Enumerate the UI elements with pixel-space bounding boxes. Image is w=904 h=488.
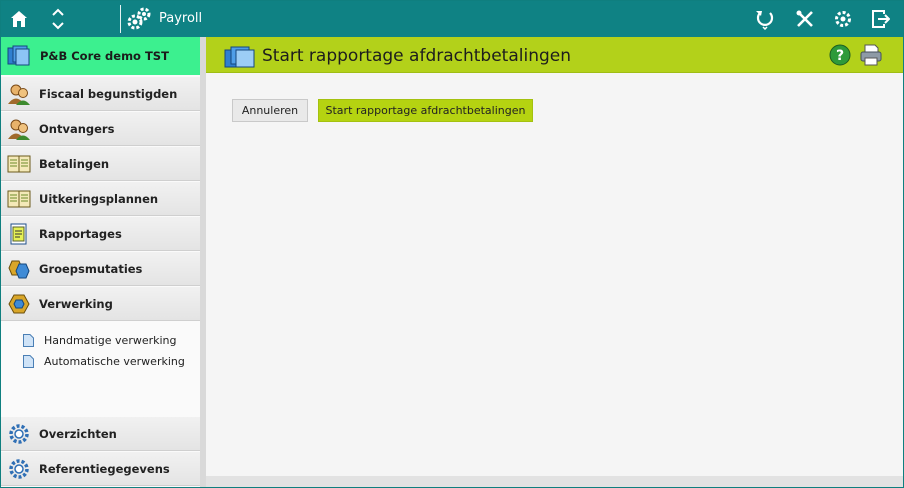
report-icon xyxy=(7,223,31,245)
sidebar-item-label: Uitkeringsplannen xyxy=(39,192,159,206)
refresh-icon[interactable] xyxy=(752,1,778,37)
sidebar-item-label: Groepsmutaties xyxy=(39,262,143,276)
gear-icon xyxy=(7,458,31,480)
sidebar-item-ontvangers[interactable]: Ontvangers xyxy=(1,112,200,146)
ledger-book-icon xyxy=(7,188,31,210)
main-footer-strip xyxy=(206,476,903,487)
toolbar-separator xyxy=(120,5,121,33)
sidebar: P&B Core demo TST Fiscaal begunstigden O… xyxy=(1,37,200,487)
tools-icon[interactable] xyxy=(792,1,818,37)
logout-icon[interactable] xyxy=(867,1,893,37)
sidebar-item-groepsmutaties[interactable]: Groepsmutaties xyxy=(1,252,200,286)
subitem-label: Automatische verwerking xyxy=(44,355,185,368)
company-name: P&B Core demo TST xyxy=(40,49,169,63)
collapse-arrows-icon[interactable] xyxy=(45,1,71,37)
sidebar-item-label: Verwerking xyxy=(39,297,113,311)
sidebar-item-label: Referentiegegevens xyxy=(39,462,170,476)
document-icon xyxy=(23,334,34,347)
start-report-button[interactable]: Start rapportage afdrachtbetalingen xyxy=(318,99,533,122)
gear-icon xyxy=(7,423,31,445)
page-icon xyxy=(224,45,256,73)
page-title: Start rapportage afdrachtbetalingen xyxy=(262,46,572,66)
sidebar-item-label: Overzichten xyxy=(39,427,117,441)
sidebar-item-label: Ontvangers xyxy=(39,122,115,136)
app-window: Payroll P&B Core demo TST Fiscaal beguns… xyxy=(0,0,904,488)
page-header: Start rapportage afdrachtbetalingen ? xyxy=(206,37,903,73)
sidebar-item-betalingen[interactable]: Betalingen xyxy=(1,147,200,181)
sidebar-item-label: Rapportages xyxy=(39,227,122,241)
print-icon[interactable] xyxy=(859,43,883,71)
hexagon-group-icon xyxy=(7,258,31,280)
sidebar-item-rapportages[interactable]: Rapportages xyxy=(1,217,200,251)
top-bar: Payroll xyxy=(1,1,903,37)
sidebar-item-label: Betalingen xyxy=(39,157,110,171)
company-selector[interactable]: P&B Core demo TST xyxy=(1,37,200,75)
hexagon-icon xyxy=(7,293,31,315)
ledger-book-icon xyxy=(7,153,31,175)
sidebar-item-uitkeringsplannen[interactable]: Uitkeringsplannen xyxy=(1,182,200,216)
subitem-label: Handmatige verwerking xyxy=(44,334,177,347)
people-icon xyxy=(7,83,31,105)
document-icon xyxy=(23,355,34,368)
gears-logo-icon xyxy=(125,1,153,37)
sidebar-item-overzichten[interactable]: Overzichten xyxy=(1,417,200,451)
app-title: Payroll xyxy=(159,11,203,26)
main-content: Start rapportage afdrachtbetalingen ? An… xyxy=(206,37,903,487)
sidebar-item-verwerking[interactable]: Verwerking xyxy=(1,287,200,321)
svg-text:?: ? xyxy=(836,48,844,64)
settings-icon[interactable] xyxy=(830,1,856,37)
company-icon xyxy=(7,45,31,71)
sidebar-item-fiscaal-begunstigden[interactable]: Fiscaal begunstigden xyxy=(1,77,200,111)
home-icon[interactable] xyxy=(5,1,33,37)
sidebar-item-referentiegegevens[interactable]: Referentiegegevens xyxy=(1,452,200,486)
sidebar-item-label: Fiscaal begunstigden xyxy=(39,87,178,101)
people-icon xyxy=(7,118,31,140)
help-icon[interactable]: ? xyxy=(829,44,851,70)
cancel-button[interactable]: Annuleren xyxy=(232,99,308,122)
